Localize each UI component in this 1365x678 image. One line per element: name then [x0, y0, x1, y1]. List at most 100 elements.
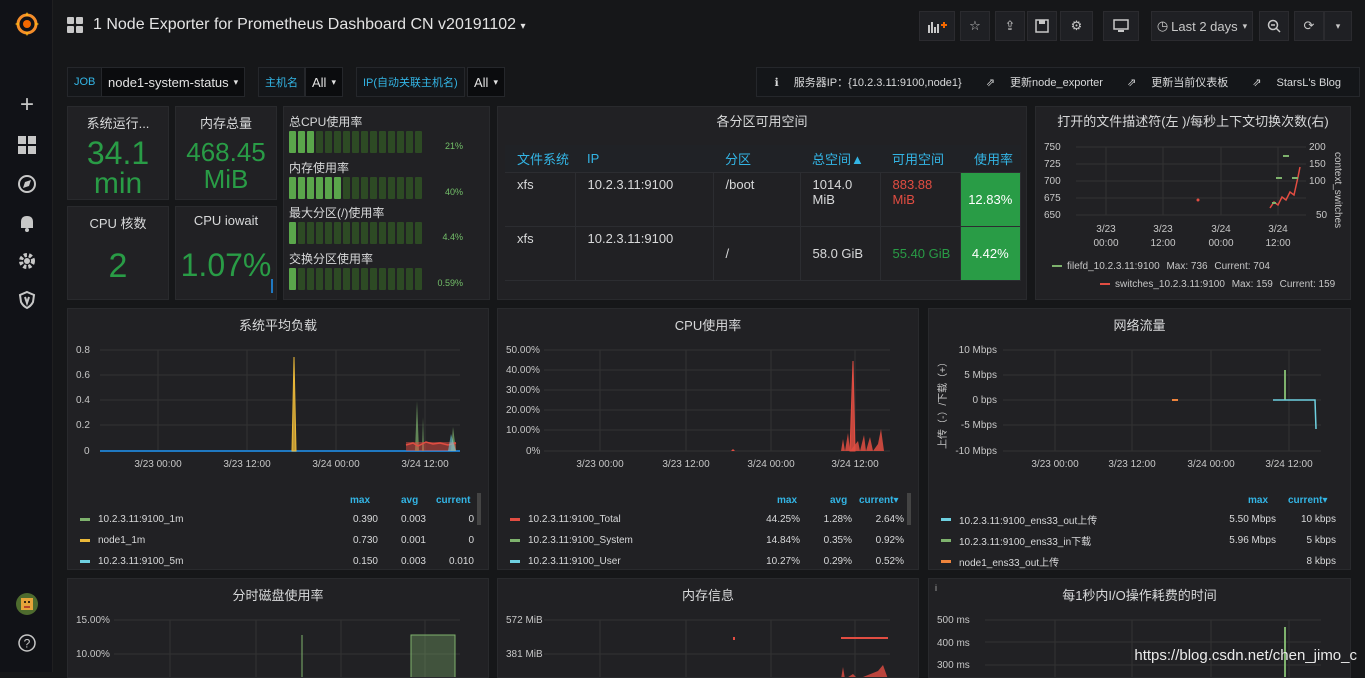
- system-load-panel[interactable]: 系统平均负载 0.8 0.6 0.4 0.2 0 3/23 00:00 3/23…: [67, 308, 489, 570]
- legend-header-avg[interactable]: avg: [401, 495, 418, 506]
- update-dashboard-link[interactable]: ⇗ 更新当前仪表板: [1121, 74, 1234, 90]
- legend-header-current[interactable]: current▾: [859, 495, 898, 506]
- column-header[interactable]: 使用率: [960, 145, 1021, 173]
- cpu-cores-panel[interactable]: CPU 核数 2: [67, 206, 169, 300]
- legend-avg-value: 1.28%: [823, 513, 852, 525]
- x-tick: 3/24 00:00: [1187, 459, 1235, 470]
- column-header[interactable]: 分区: [713, 145, 800, 173]
- legend-row[interactable]: node1_1m 0.730 0.001 0: [80, 530, 474, 550]
- legend-swatch: [1100, 283, 1110, 285]
- bargauge-cell: [325, 222, 332, 244]
- help-icon[interactable]: ?: [14, 630, 40, 656]
- legend-header-max[interactable]: max: [1248, 495, 1268, 506]
- bargauge-cell: [352, 131, 359, 153]
- legend-max-value: 5.96 Mbps: [1229, 534, 1276, 546]
- svg-text:?: ?: [24, 637, 31, 651]
- legend-row[interactable]: node1_ens33_out上传 8 kbps: [941, 551, 1336, 569]
- legend-header-max[interactable]: max: [350, 495, 370, 506]
- add-panel-button[interactable]: [919, 11, 955, 41]
- switches-series-line: [1269, 166, 1301, 209]
- memory-total-panel[interactable]: 内存总量 468.45 MiB: [175, 106, 277, 200]
- legend-max-value: 14.84%: [766, 534, 800, 546]
- y-tick-right: 200: [1309, 142, 1326, 153]
- blog-link[interactable]: ⇗ StarsL's Blog: [1246, 76, 1347, 89]
- bargauge-cell: [379, 222, 386, 244]
- legend-row[interactable]: 10.2.3.11:9100_User 10.27% 0.29% 0.52%: [510, 551, 904, 569]
- bargauge-cell: [307, 268, 314, 290]
- legend-max-value: 0.150: [352, 555, 378, 567]
- network-traffic-panel[interactable]: 网络流量 上传（-）/下载（+） 10 Mbps 5 Mbps 0 bps -5…: [928, 308, 1351, 570]
- alerting-icon[interactable]: [14, 210, 40, 236]
- legend-header-avg[interactable]: avg: [830, 495, 847, 506]
- host-variable-select[interactable]: All ▾: [305, 67, 343, 97]
- zoom-out-button[interactable]: [1259, 11, 1289, 41]
- column-header[interactable]: 总空间▲: [800, 145, 880, 173]
- legend-scrollbar[interactable]: [477, 493, 481, 525]
- iowait-sparkline: [271, 279, 273, 293]
- explore-icon[interactable]: [14, 171, 40, 197]
- legend-row[interactable]: 10.2.3.11:9100_5m 0.150 0.003 0.010: [80, 551, 474, 569]
- shield-icon[interactable]: [14, 287, 40, 313]
- time-range-picker[interactable]: ◷ Last 2 days ▾: [1151, 11, 1253, 41]
- cpu-usage-panel[interactable]: CPU使用率 50.00% 40.00% 30.00% 20.00% 10.00…: [497, 308, 919, 570]
- refresh-button[interactable]: ⟳: [1294, 11, 1324, 41]
- column-header[interactable]: 文件系统: [505, 145, 575, 173]
- share-button[interactable]: ⇪: [995, 11, 1025, 41]
- x-tick: 3/23 00:00: [134, 459, 182, 470]
- cpu-iowait-panel[interactable]: CPU iowait 1.07%: [175, 206, 277, 300]
- disk-chart: 15.00% 10.00%: [76, 615, 460, 677]
- user-avatar-icon[interactable]: [14, 591, 40, 617]
- usage-bargauge-panel[interactable]: 总CPU使用率 21% 内存使用率 40% 最大分区(/)使用率 4.4% 交换分区使用率 0…: [283, 106, 490, 300]
- star-button[interactable]: ☆: [960, 11, 990, 41]
- tv-mode-button[interactable]: [1103, 11, 1139, 41]
- legend-row[interactable]: 10.2.3.11:9100_Total 44.25% 1.28% 2.64%: [510, 509, 904, 529]
- x-tick: 3/23 00:00: [1031, 459, 1079, 470]
- bargauge-label: 最大分区(/)使用率: [289, 206, 385, 220]
- column-header[interactable]: IP: [575, 145, 713, 173]
- legend-header-current[interactable]: current▾: [1288, 495, 1327, 506]
- disk-usage-panel[interactable]: 分时磁盘使用率 15.00% 10.00%: [67, 578, 489, 678]
- server-ip-link[interactable]: ℹ 服务器IP：{10.2.3.11:9100,node1}: [769, 74, 968, 90]
- ip-variable-select[interactable]: All ▾: [467, 67, 505, 97]
- y-tick: 0.4: [76, 395, 90, 406]
- uptime-panel[interactable]: 系统运行... 34.1 min: [67, 106, 169, 200]
- legend-scrollbar[interactable]: [907, 493, 911, 525]
- partition-space-panel[interactable]: 各分区可用空间 文件系统 IP 分区 总空间▲ 可用空间 使用率 xfs 10.…: [497, 106, 1027, 300]
- bargauge-cell: [370, 177, 377, 199]
- cell-total: 58.0 GiB: [800, 226, 881, 281]
- legend-header-current[interactable]: current: [436, 495, 470, 506]
- settings-button[interactable]: ⚙: [1060, 11, 1093, 41]
- job-variable-select[interactable]: node1-system-status ▾: [101, 67, 246, 97]
- bargauge-cell: [343, 222, 350, 244]
- bargauge-cell: [370, 268, 377, 290]
- gear-icon[interactable]: [14, 248, 40, 274]
- plus-icon[interactable]: +: [14, 91, 40, 118]
- legend-row[interactable]: 10.2.3.11:9100_1m 0.390 0.003 0: [80, 509, 474, 529]
- legend-header-max[interactable]: max: [777, 495, 797, 506]
- grafana-logo-icon[interactable]: [14, 11, 40, 37]
- dashboards-icon[interactable]: [14, 132, 40, 158]
- chevron-down-icon: ▾: [493, 76, 498, 87]
- legend-row[interactable]: 10.2.3.11:9100_System 14.84% 0.35% 0.92%: [510, 530, 904, 550]
- x-tick: 3/23 00:00: [576, 459, 624, 470]
- column-header[interactable]: 可用空间: [880, 145, 960, 173]
- legend-row[interactable]: 10.2.3.11:9100_ens33_in下载 5.96 Mbps 5 kbps: [941, 530, 1336, 550]
- legend-row[interactable]: 10.2.3.11:9100_ens33_out上传 5.50 Mbps 10 kb…: [941, 509, 1336, 529]
- update-dashboard-text: 更新当前仪表板: [1151, 77, 1229, 89]
- server-ip-text: 服务器IP：{10.2.3.11:9100,node1}: [793, 77, 962, 89]
- monitor-icon: [1113, 19, 1129, 32]
- memory-info-panel[interactable]: 内存信息 572 MiB 381 MiB: [497, 578, 919, 678]
- memory-chart: 572 MiB 381 MiB: [506, 615, 890, 677]
- gear-icon: ⚙: [1070, 18, 1083, 33]
- refresh-interval-dropdown[interactable]: ▾: [1324, 11, 1352, 41]
- bargauge-cell: [361, 177, 368, 199]
- x-tick: 3/23 12:00: [223, 459, 271, 470]
- x-tick: 3/24: [1268, 224, 1288, 235]
- bargauge-cell: [397, 222, 404, 244]
- dashboard-title-text: 1 Node Exporter for Prometheus Dashboard…: [93, 16, 517, 33]
- file-descriptor-panel[interactable]: 打开的文件描述符(左 )/每秒上下文切换次数(右) 750 725 700 67…: [1035, 106, 1351, 300]
- update-exporter-link[interactable]: ⇗ 更新node_exporter: [980, 74, 1109, 90]
- dashboard-title[interactable]: 1 Node Exporter for Prometheus Dashboard…: [93, 16, 526, 34]
- save-button[interactable]: [1027, 11, 1057, 41]
- legend-current-value: 0.010: [448, 555, 474, 567]
